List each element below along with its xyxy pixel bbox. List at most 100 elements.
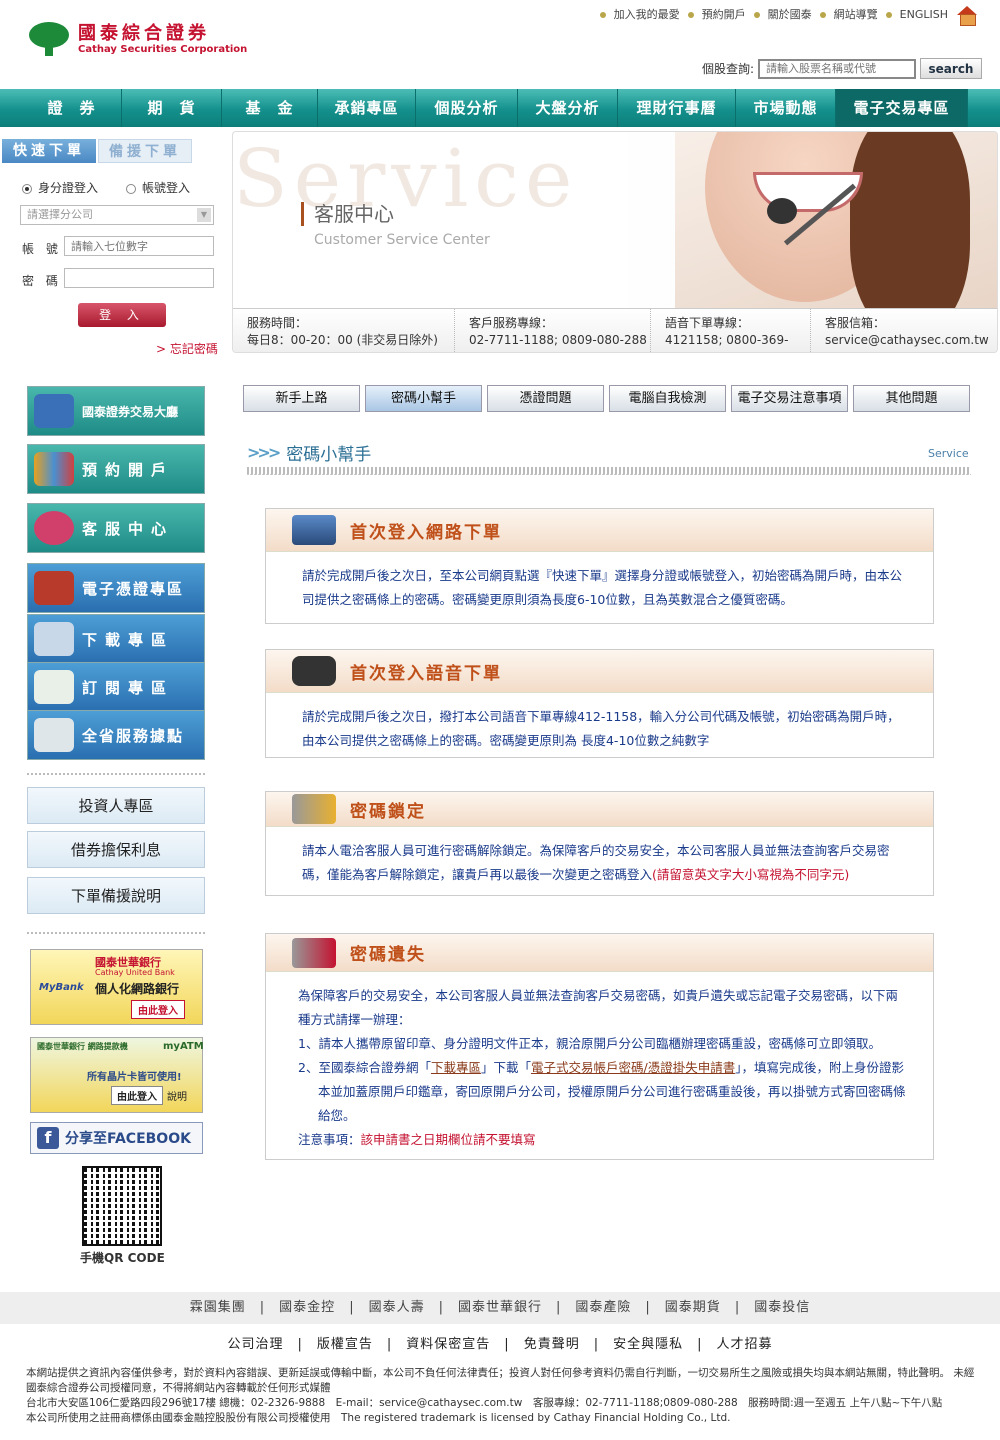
myatm-ad[interactable]: 國泰世華銀行 網路提款機 myATM 所有晶片卡皆可使用! 由此登入 說明 (30, 1037, 204, 1113)
text-segment: 」下載「 (480, 1060, 531, 1075)
nav-underwriting[interactable]: 承銷專區 (318, 89, 416, 127)
footer-link[interactable]: 版權宣告 (317, 1337, 373, 1352)
subscribe-button[interactable]: 訂閱專區 (27, 662, 205, 712)
radio-id-label: 身分證登入 (38, 181, 99, 195)
reserve-account-link[interactable]: 預約開戶 (680, 6, 746, 24)
nav-e-trading[interactable]: 電子交易專區 (836, 89, 968, 127)
password-input[interactable] (64, 268, 214, 288)
nav-futures[interactable]: 期 貨 (122, 89, 222, 127)
account-input[interactable] (64, 236, 214, 256)
info-heading: 客戶服務專線： (469, 316, 554, 330)
ad2-text: 所有晶片卡皆可使用! (87, 1072, 182, 1083)
footer-link[interactable]: 霖園集團 (190, 1300, 246, 1315)
tab-trading-notes[interactable]: 電子交易注意事項 (731, 385, 848, 412)
banner-title-en: Customer Service Center (314, 232, 490, 248)
ad-login-button[interactable]: 由此登入 (131, 1000, 185, 1019)
title-divider (247, 467, 971, 475)
e-certificate-button[interactable]: 電子憑證專區 (27, 563, 205, 613)
footer-link[interactable]: 國泰產險 (575, 1300, 631, 1315)
button-label: 預約開戶 (82, 460, 175, 479)
service-banner: Service 客服中心 Customer Service Center 服務時… (232, 131, 998, 353)
download-icon (34, 622, 74, 656)
service-points-button[interactable]: 全省服務據點 (27, 710, 205, 760)
footer-link[interactable]: 公司治理 (227, 1337, 283, 1352)
note-label: 注意事項： (298, 1132, 361, 1147)
ad2-login-button[interactable]: 由此登入 (111, 1086, 163, 1105)
ad2-help-link[interactable]: 說明 (167, 1088, 187, 1103)
footer-link[interactable]: 國泰世華銀行 (458, 1300, 542, 1315)
backup-order-guide-button[interactable]: 下單備援說明 (27, 877, 205, 914)
footer-link[interactable]: 國泰金控 (279, 1300, 335, 1315)
tab-self-check[interactable]: 電腦自我檢測 (609, 385, 726, 412)
investor-zone-button[interactable]: 投資人專區 (27, 787, 205, 824)
reserve-account-button[interactable]: 預約開戶 (27, 444, 205, 494)
nav-stock-analysis[interactable]: 個股分析 (416, 89, 518, 127)
branch-select[interactable]: 請選擇分公司 ▼ (20, 205, 214, 225)
tab-backup-order[interactable]: 備援下單 (98, 139, 192, 163)
footer-link[interactable]: 國泰投信 (754, 1300, 810, 1315)
home-icon[interactable] (956, 6, 978, 26)
forgot-password-link[interactable]: > 忘記密碼 (156, 340, 218, 357)
about-link[interactable]: 關於國泰 (746, 6, 812, 24)
button-label: 客服中心 (82, 519, 175, 538)
nav-calendar[interactable]: 理財行事曆 (618, 89, 736, 127)
trading-hall-button[interactable]: 國泰證券交易大廳 (27, 386, 205, 436)
tab-password-helper[interactable]: 密碼小幫手 (365, 385, 482, 412)
card-title: 密碼鎖定 (350, 801, 426, 822)
securities-lending-button[interactable]: 借券擔保利息 (27, 831, 205, 868)
newsletter-icon (34, 670, 74, 704)
trademark-text: 本公司所使用之註冊商標係由國泰金融控股股份有限公司授權使用 The regist… (26, 1412, 731, 1424)
application-form-link[interactable]: 電子式交易帳戶密碼/憑證掛失申請書 (531, 1060, 735, 1075)
divider (27, 773, 205, 775)
footer-link[interactable]: 資料保密宣告 (406, 1337, 490, 1352)
add-favorite-link[interactable]: 加入我的最愛 (592, 6, 680, 24)
button-label: 電子憑證專區 (82, 579, 185, 598)
card-first-web-login: 首次登入網路下單 請於完成開戶後之次日，至本公司網頁點選『快速下單』選擇身分證或… (265, 508, 934, 624)
nav-market-trends[interactable]: 市場動態 (736, 89, 836, 127)
service-hours: 服務時間： 每日8：00-20：00 (非交易日除外) (233, 309, 455, 352)
card-first-voice-login: 首次登入語音下單 請於完成開戶後之次日，撥打本公司語音下單專線412-1158，… (265, 649, 934, 758)
telephone-icon (292, 656, 336, 686)
mybank-ad[interactable]: 國泰世華銀行 Cathay United Bank 個人化網路銀行 MyBank… (30, 949, 203, 1025)
tab-beginner[interactable]: 新手上路 (243, 385, 360, 412)
card-title: 首次登入網路下單 (350, 522, 502, 543)
nav-funds[interactable]: 基 金 (222, 89, 318, 127)
policy-links: 公司治理 | 版權宣告 | 資料保密宣告 | 免責聲明 | 安全與隱私 | 人才… (227, 1337, 773, 1352)
stock-search-input[interactable] (758, 58, 916, 79)
service-info-bar: 服務時間： 每日8：00-20：00 (非交易日除外) 客戶服務專線： 02-771… (233, 308, 997, 352)
card-password-lost: 密碼遺失 為保障客戶的交易安全，本公司客服人員並無法查詢客戶交易密碼，如貴戶遺失… (265, 933, 934, 1160)
footer-link[interactable]: 國泰期貨 (665, 1300, 721, 1315)
download-zone-link[interactable]: 下載專區 (431, 1060, 481, 1075)
password-label: 密 碼 (22, 274, 62, 288)
divider (27, 932, 205, 934)
tab-certificate[interactable]: 憑證問題 (487, 385, 604, 412)
tab-quick-order[interactable]: 快速下單 (2, 139, 96, 163)
search-label: 個股查詢: (701, 62, 754, 76)
footer-link[interactable]: 安全與隱私 (613, 1337, 683, 1352)
download-button[interactable]: 下載專區 (27, 614, 205, 664)
logo[interactable]: 國泰綜合證券 Cathay Securities Corporation (28, 22, 247, 58)
customer-service-button[interactable]: 客服中心 (27, 503, 205, 553)
stock-search: 個股查詢: search (702, 58, 982, 79)
login-button[interactable]: 登 入 (78, 303, 166, 327)
search-button[interactable]: search (920, 58, 982, 79)
disclaimer-text: 本網站提供之資訊內容僅供參考，對於資料內容錯誤、更新延誤或傳輸中斷，本公司不負任… (26, 1367, 975, 1394)
tab-other[interactable]: 其他問題 (853, 385, 970, 412)
radio-id-login[interactable]: 身分證登入 (22, 179, 98, 196)
info-value: 每日8：00-20：00 (非交易日除外) (247, 333, 438, 347)
english-link[interactable]: ENGLISH (878, 6, 948, 24)
info-value: service@cathaysec.com.tw (825, 333, 989, 347)
main-nav: 證 券 期 貨 基 金 承銷專區 個股分析 大盤分析 理財行事曆 市場動態 電子… (0, 89, 1000, 127)
mybank-logo: MyBank (39, 982, 84, 993)
nav-market-analysis[interactable]: 大盤分析 (518, 89, 618, 127)
section-tag: Service (928, 447, 969, 460)
sitemap-link[interactable]: 網站導覽 (812, 6, 878, 24)
radio-account-login[interactable]: 帳號登入 (126, 179, 190, 196)
card-note: 注意事項：該申請書之日期欄位請不要填寫 (298, 1128, 907, 1152)
footer-link[interactable]: 國泰人壽 (369, 1300, 425, 1315)
nav-securities[interactable]: 證 券 (22, 89, 122, 127)
lock-icon (292, 794, 336, 824)
share-facebook-button[interactable]: f 分享至FACEBOOK (30, 1122, 203, 1154)
footer-link[interactable]: 免責聲明 (524, 1337, 580, 1352)
footer-link[interactable]: 人才招募 (717, 1337, 773, 1352)
